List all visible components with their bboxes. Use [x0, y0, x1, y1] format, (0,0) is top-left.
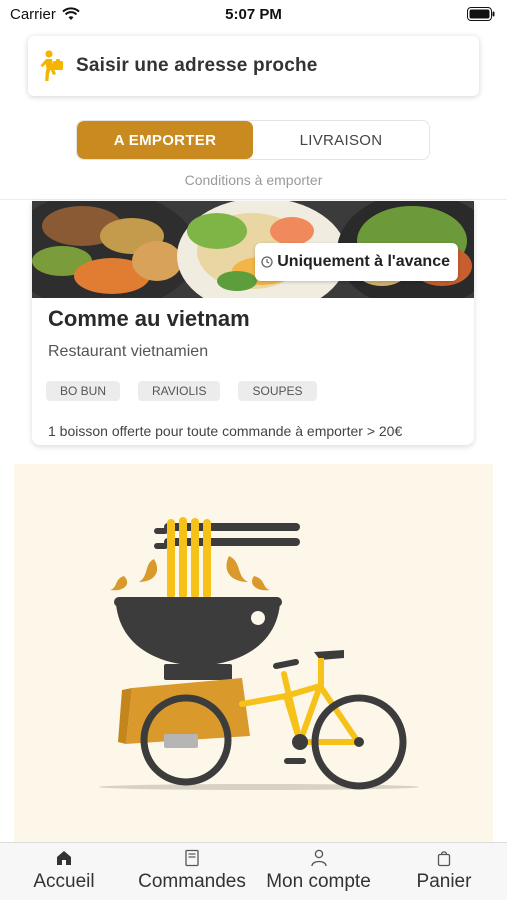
- clock-icon: [261, 256, 273, 268]
- tab-bar: Accueil Commandes Mon compte Panier: [0, 842, 507, 900]
- advance-badge-label: Uniquement à l'avance: [277, 253, 450, 270]
- tag-soupes: SOUPES: [238, 381, 317, 401]
- tab-label-accueil: Accueil: [33, 871, 95, 892]
- delivery-option[interactable]: LIVRAISON: [253, 121, 429, 159]
- tag-raviolis: RAVIOLIS: [138, 381, 221, 401]
- receipt-icon: [185, 849, 199, 867]
- tab-label-commandes: Commandes: [138, 871, 246, 892]
- address-placeholder: Saisir une adresse proche: [76, 55, 318, 76]
- home-icon: [57, 851, 71, 865]
- address-search-bar[interactable]: Saisir une adresse proche: [28, 36, 479, 96]
- walking-person-icon: [40, 50, 63, 81]
- tab-mon-compte[interactable]: Mon compte: [256, 843, 381, 900]
- delivery-illustration: [14, 464, 493, 842]
- takeaway-option[interactable]: A EMPORTER: [77, 121, 253, 159]
- tab-commandes[interactable]: Commandes: [128, 843, 256, 900]
- header: Saisir une adresse proche A EMPORTER LIV…: [0, 28, 507, 200]
- restaurant-card[interactable]: Uniquement à l'avance Comme au vietnam R…: [32, 201, 474, 445]
- restaurant-tags: BO BUN RAVIOLIS SOUPES: [46, 381, 317, 401]
- battery-icon: [467, 7, 495, 21]
- tag-bo-bun: BO BUN: [46, 381, 121, 401]
- advance-order-badge: Uniquement à l'avance: [255, 243, 458, 281]
- status-bar: Carrier 5:07 PM: [0, 0, 507, 28]
- noodle-bike-illustration: [99, 517, 419, 790]
- promo-text: 1 boisson offerte pour toute commande à …: [48, 423, 403, 439]
- tab-label-mon-compte: Mon compte: [266, 871, 371, 892]
- bag-icon: [437, 851, 451, 867]
- pickup-delivery-toggle: A EMPORTER LIVRAISON: [76, 120, 430, 160]
- tab-label-panier: Panier: [416, 871, 472, 892]
- takeaway-conditions-link[interactable]: Conditions à emporter: [0, 172, 507, 188]
- wifi-icon: [62, 7, 80, 20]
- restaurant-type: Restaurant vietnamien: [48, 343, 209, 360]
- tab-panier[interactable]: Panier: [381, 843, 507, 900]
- person-icon: [310, 849, 327, 867]
- tab-accueil[interactable]: Accueil: [0, 843, 128, 900]
- restaurant-name: Comme au vietnam: [48, 306, 250, 331]
- carrier-label: Carrier: [10, 5, 56, 23]
